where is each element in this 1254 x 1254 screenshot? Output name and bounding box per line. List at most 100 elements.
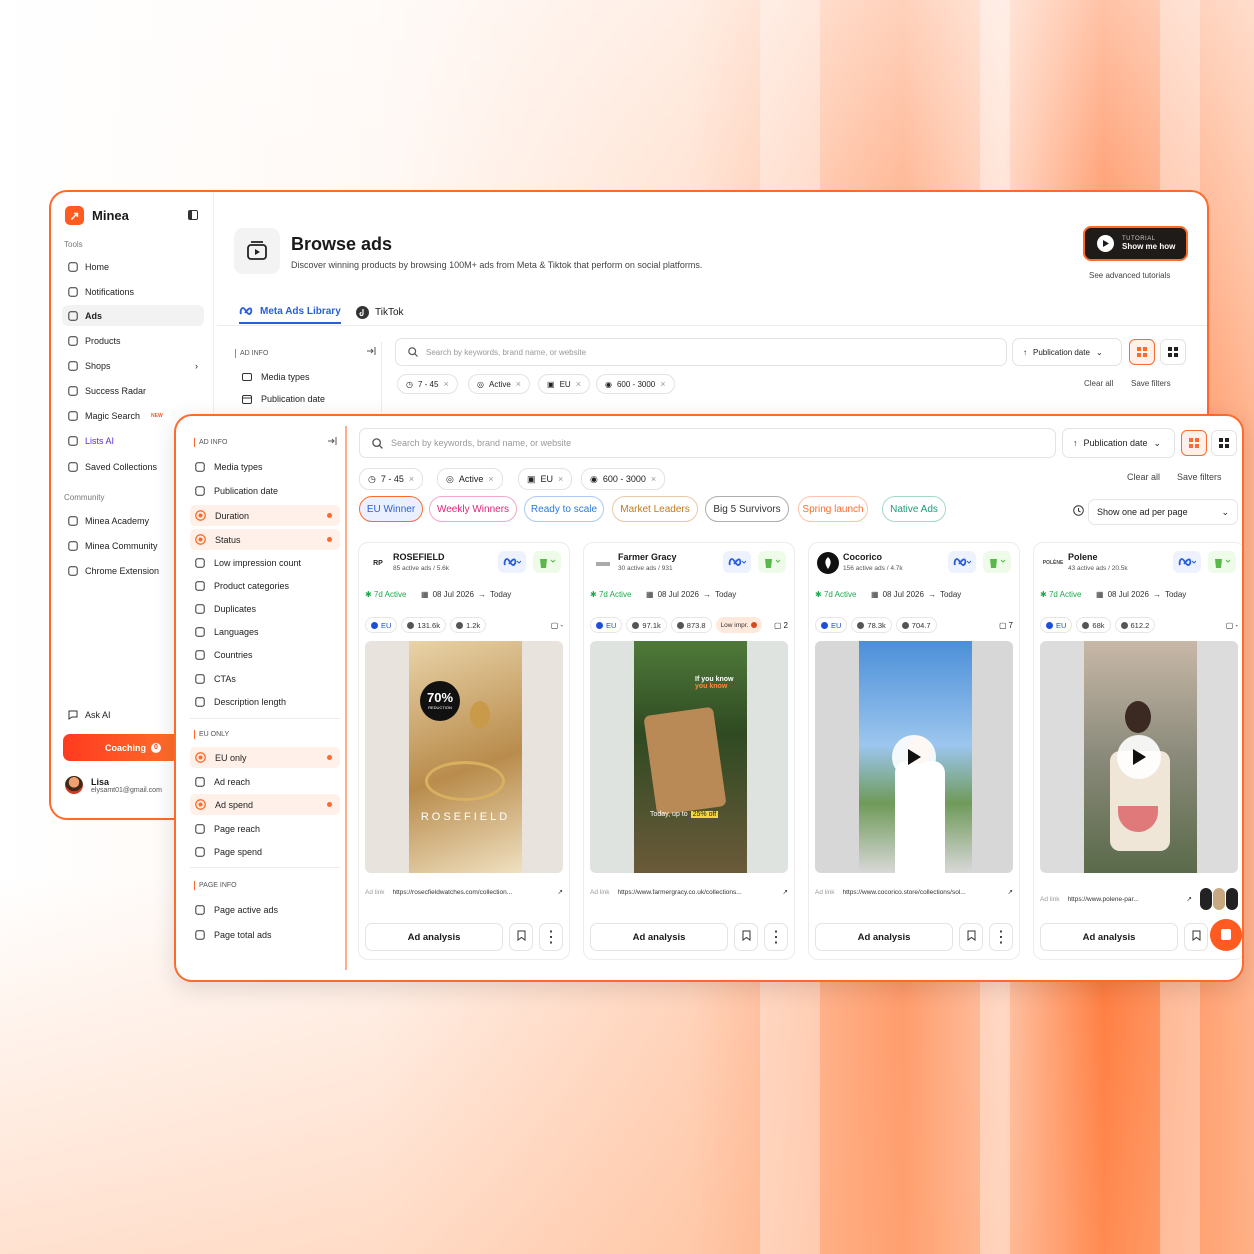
save-filters-link[interactable]: Save filters xyxy=(1131,379,1171,388)
more-options-button[interactable]: ⋮ xyxy=(764,923,788,951)
external-link-icon[interactable]: ↗ xyxy=(1008,888,1013,896)
ad-card[interactable]: RP ROSEFIELD 85 active ads / 5.6k ✱ 7d Acti… xyxy=(358,542,570,960)
brand[interactable]: ↗ Minea xyxy=(65,206,129,225)
close-icon[interactable]: × xyxy=(443,379,448,389)
filter-status[interactable]: Status xyxy=(190,529,340,550)
shopify-button[interactable] xyxy=(1208,551,1236,573)
brand-name[interactable]: Polene xyxy=(1068,552,1098,562)
shopify-button[interactable] xyxy=(758,551,786,573)
close-icon[interactable]: × xyxy=(516,379,521,389)
product-thumbnails[interactable] xyxy=(1200,888,1238,910)
ad-media[interactable]: If you know you know Today, up to 25% off xyxy=(590,641,788,873)
chip-duration[interactable]: ◷ 7 - 45 × xyxy=(397,374,458,394)
ad-media[interactable] xyxy=(815,641,1013,873)
brand-name[interactable]: Farmer Gracy xyxy=(618,552,677,562)
tab-meta-ads-library[interactable]: Meta Ads Library xyxy=(239,300,341,324)
filter-ad-spend[interactable]: Ad spend xyxy=(190,794,340,815)
quick-tag-spring-launch[interactable]: Spring launch xyxy=(798,496,868,522)
ad-analysis-button[interactable]: Ad analysis xyxy=(1040,923,1178,951)
sidebar-item-products[interactable]: Products xyxy=(62,330,204,351)
meta-platform-button[interactable] xyxy=(723,551,751,573)
filter-page-total-ads[interactable]: Page total ads xyxy=(190,924,340,945)
collapse-panel-icon[interactable] xyxy=(328,437,337,445)
filter-low-impression-count[interactable]: Low impression count xyxy=(190,552,340,573)
quick-tag-ready-to-scale[interactable]: Ready to scale xyxy=(524,496,604,522)
meta-platform-button[interactable] xyxy=(498,551,526,573)
brand-name[interactable]: ROSEFIELD xyxy=(393,552,445,562)
search-input[interactable]: Search by keywords, brand name, or websi… xyxy=(395,338,1007,366)
search-input[interactable]: Search by keywords, brand name, or websi… xyxy=(359,428,1056,458)
external-link-icon[interactable]: ↗ xyxy=(783,888,788,896)
ad-card[interactable]: POLÈNE Polene 43 active ads / 20.5k ✱ 7d Ac… xyxy=(1033,542,1242,960)
user-profile[interactable]: Lisa elysamt01@gmail.com xyxy=(65,776,162,794)
chip-eu[interactable]: ▣ EU × xyxy=(518,468,573,490)
close-icon[interactable]: × xyxy=(660,379,665,389)
collapse-panel-icon[interactable] xyxy=(367,347,376,355)
sidebar-item-home[interactable]: Home xyxy=(62,256,204,277)
ad-analysis-button[interactable]: Ad analysis xyxy=(365,923,503,951)
chip-duration[interactable]: ◷ 7 - 45 × xyxy=(359,468,424,490)
filter-page-spend[interactable]: Page spend xyxy=(190,841,340,862)
filter-duration[interactable]: Duration xyxy=(190,505,340,526)
tutorial-button[interactable]: TUTORIAL Show me how xyxy=(1083,226,1188,261)
filter-ctas[interactable]: CTAs xyxy=(190,668,340,689)
filter-languages[interactable]: Languages xyxy=(190,621,340,642)
ad-card[interactable]: Farmer Gracy 30 active ads / 931 ✱ 7d Acti… xyxy=(583,542,795,960)
more-options-button[interactable]: ⋮ xyxy=(989,923,1013,951)
meta-platform-button[interactable] xyxy=(1173,551,1201,573)
large-grid-view-button[interactable] xyxy=(1160,339,1186,365)
filter-ad-reach[interactable]: Ad reach xyxy=(190,771,340,792)
play-icon[interactable] xyxy=(1117,735,1161,779)
support-chat-button[interactable] xyxy=(1210,919,1242,951)
bookmark-button[interactable] xyxy=(1184,923,1208,951)
tab-tiktok[interactable]: TikTok xyxy=(356,300,404,324)
close-icon[interactable]: × xyxy=(651,474,656,484)
sidebar-item-shops[interactable]: Shops › xyxy=(62,355,204,376)
close-icon[interactable]: × xyxy=(576,379,581,389)
filter-product-categories[interactable]: Product categories xyxy=(190,575,340,596)
chip-spend[interactable]: ◉ 600 - 3000 × xyxy=(596,374,675,394)
quick-tag-market-leaders[interactable]: Market Leaders xyxy=(612,496,698,522)
filter-page-reach[interactable]: Page reach xyxy=(190,818,340,839)
filter-media-types[interactable]: Media types xyxy=(190,456,340,477)
filter-media-types[interactable]: Media types xyxy=(237,366,310,387)
bookmark-button[interactable] xyxy=(509,923,533,951)
chip-status[interactable]: ◎ Active × xyxy=(437,468,503,490)
save-filters-link[interactable]: Save filters xyxy=(1177,472,1222,482)
one-ad-per-page-select[interactable]: Show one ad per page ⌄ xyxy=(1088,499,1238,525)
grid-view-button[interactable] xyxy=(1129,339,1155,365)
ad-analysis-button[interactable]: Ad analysis xyxy=(815,923,953,951)
ad-link-url[interactable]: https://www.polene-par... xyxy=(1068,896,1179,903)
ad-link-url[interactable]: https://www.farmergracy.co.uk/collection… xyxy=(618,889,775,896)
shopify-button[interactable] xyxy=(533,551,561,573)
filter-description-length[interactable]: Description length xyxy=(190,691,340,712)
external-link-icon[interactable]: ↗ xyxy=(558,888,563,896)
filter-countries[interactable]: Countries xyxy=(190,644,340,665)
bookmark-button[interactable] xyxy=(734,923,758,951)
filter-duplicates[interactable]: Duplicates xyxy=(190,598,340,619)
collapse-sidebar-icon[interactable] xyxy=(188,210,198,220)
sidebar-item-ads[interactable]: Ads xyxy=(62,305,204,326)
filter-publication-date[interactable]: Publication date xyxy=(237,388,325,409)
sidebar-item-success-radar[interactable]: Success Radar xyxy=(62,380,204,401)
shopify-button[interactable] xyxy=(983,551,1011,573)
ad-analysis-button[interactable]: Ad analysis xyxy=(590,923,728,951)
sidebar-item-notifications[interactable]: Notifications xyxy=(62,281,204,302)
ad-card[interactable]: Cocorico 156 active ads / 4.7k ✱ 7d Active… xyxy=(808,542,1020,960)
ad-media[interactable] xyxy=(1040,641,1238,873)
see-tutorials-link[interactable]: See advanced tutorials xyxy=(1089,271,1170,280)
sort-dropdown[interactable]: ↑ Publication date ⌄ xyxy=(1012,338,1122,366)
ad-link-url[interactable]: https://www.cocorico.store/collections/s… xyxy=(843,889,1000,896)
clear-all-link[interactable]: Clear all xyxy=(1127,472,1160,482)
chip-eu[interactable]: ▣ EU × xyxy=(538,374,590,394)
filter-publication-date[interactable]: Publication date xyxy=(190,480,340,501)
external-link-icon[interactable]: ↗ xyxy=(1187,895,1192,903)
grid-view-button[interactable] xyxy=(1181,430,1207,456)
quick-tag-native-ads[interactable]: Native Ads xyxy=(882,496,946,522)
ad-link-url[interactable]: https://rosecfieldwatches.com/collection… xyxy=(393,889,550,896)
quick-tag-weekly-winners[interactable]: Weekly Winners xyxy=(429,496,517,522)
comments-count[interactable]: ▢ 2 xyxy=(774,617,788,633)
large-grid-view-button[interactable] xyxy=(1211,430,1237,456)
filter-eu-only[interactable]: EU only xyxy=(190,747,340,768)
meta-platform-button[interactable] xyxy=(948,551,976,573)
